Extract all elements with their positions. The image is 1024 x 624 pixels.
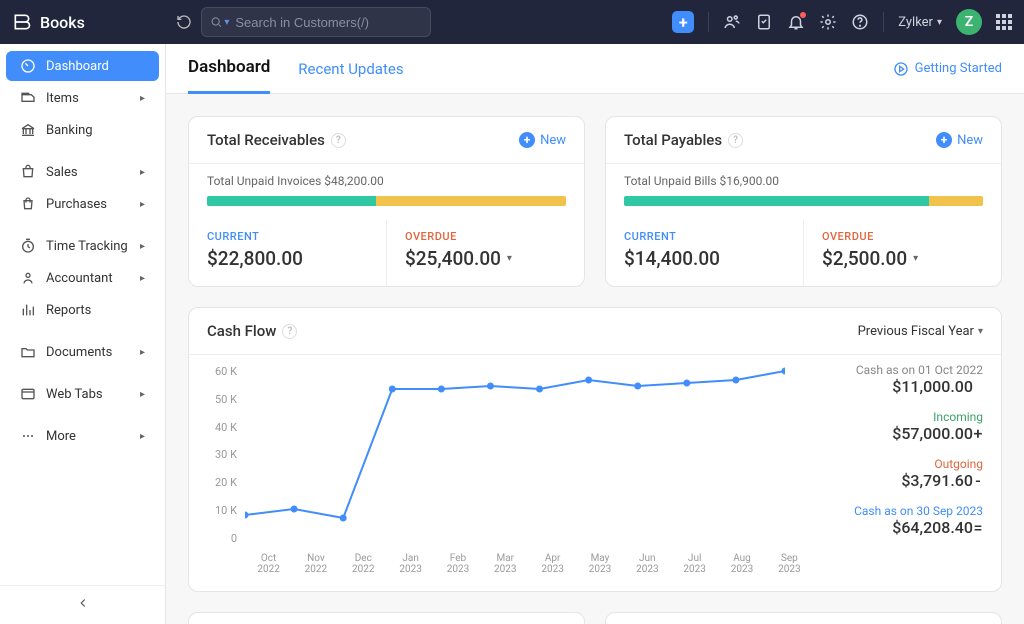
card-top-expenses: Your Top Expenses? Previous Fiscal Year [605,612,1002,624]
search-input[interactable] [235,15,422,30]
sidebar-item-label: Banking [46,123,93,138]
sidebar-item-sales[interactable]: Sales▸ [6,157,159,187]
payables-progress-bar [624,196,983,206]
search-scope-chevron-icon[interactable]: ▾ [224,17,229,28]
plus-circle-icon: + [519,132,535,148]
sidebar-item-items[interactable]: Items▸ [6,83,159,113]
tab-recent-updates[interactable]: Recent Updates [298,46,403,92]
new-receivable-button[interactable]: + New [519,132,566,148]
period-selector[interactable]: Previous Fiscal Year ▾ [858,324,983,339]
current-label: CURRENT [207,230,368,243]
sidebar-item-label: Items [46,91,79,106]
getting-started-link[interactable]: Getting Started [893,61,1002,77]
chevron-down-icon: ▾ [978,326,983,337]
overdue-label: OVERDUE [405,230,566,243]
sidebar-item-web-tabs[interactable]: Web Tabs▸ [6,379,159,409]
sidebar: Dashboard Items▸ Banking Sales▸ Purchase… [0,44,166,624]
search-box[interactable]: ▾ [201,7,431,37]
org-name: Zylker [898,15,933,30]
sidebar-item-more[interactable]: More▸ [6,421,159,451]
getting-started-label: Getting Started [915,61,1002,76]
cash-open-label: Cash as on 01 Oct 2022 [823,363,983,377]
sidebar-item-label: Accountant [46,271,113,286]
sidebar-item-label: Web Tabs [46,387,103,402]
card-subtitle: Total Unpaid Bills $16,900.00 [606,164,1001,196]
org-switcher[interactable]: Zylker▾ [898,15,942,30]
new-payable-button[interactable]: + New [936,132,983,148]
current-amount: $22,800.00 [207,247,368,270]
sidebar-item-reports[interactable]: Reports [6,295,159,325]
cash-incoming-amount: $57,000.00 [892,424,973,443]
help-icon[interactable]: ? [728,133,743,148]
search-icon [210,15,222,29]
notifications-icon[interactable] [787,13,805,31]
settings-icon[interactable] [819,13,837,31]
receivables-progress-bar [207,196,566,206]
chevron-down-icon: ▾ [507,253,512,264]
quick-create-button[interactable]: + [672,11,694,33]
card-title: Cash Flow [207,322,276,340]
cash-open-amount: $11,000.00 [892,377,973,396]
card-cash-flow: Cash Flow? Previous Fiscal Year ▾ 60 K50 … [188,307,1002,592]
help-icon[interactable]: ? [331,133,346,148]
cash-close-amount: $64,208.40 [892,518,973,537]
cash-outgoing-label: Outgoing [823,457,983,471]
card-subtitle: Total Unpaid Invoices $48,200.00 [189,164,584,196]
app-logo[interactable]: Books [12,12,167,32]
sidebar-item-label: Time Tracking [46,239,128,254]
sidebar-item-label: Sales [46,165,78,180]
sidebar-item-accountant[interactable]: Accountant▸ [6,263,159,293]
card-payables: Total Payables? + New Total Unpaid Bills … [605,116,1002,287]
sidebar-item-label: Documents [46,345,112,360]
card-title: Total Receivables [207,131,325,149]
card-income-expense: Income and Expense? Previous Fiscal Year [188,612,585,624]
cash-incoming-label: Incoming [823,410,983,424]
card-title: Total Payables [624,131,722,149]
sidebar-item-label: More [46,429,76,444]
sidebar-item-time-tracking[interactable]: Time Tracking▸ [6,231,159,261]
overdue-label: OVERDUE [822,230,983,243]
overdue-amount-dropdown[interactable]: $2,500.00 ▾ [822,247,983,270]
cash-flow-chart: 60 K50 K40 K30 K20 K10 K0 Oct2022Nov2022… [207,355,823,575]
sidebar-item-documents[interactable]: Documents▸ [6,337,159,367]
overdue-amount-dropdown[interactable]: $25,400.00 ▾ [405,247,566,270]
current-label: CURRENT [624,230,785,243]
sidebar-item-label: Purchases [46,197,107,212]
overdue-amount: $25,400.00 [405,247,501,270]
tasks-icon[interactable] [755,13,773,31]
new-label: New [957,133,983,148]
tab-dashboard[interactable]: Dashboard [188,44,270,94]
sidebar-item-dashboard[interactable]: Dashboard [6,51,159,81]
help-icon[interactable] [851,13,869,31]
cash-outgoing-amount: $3,791.60 [901,471,973,490]
sidebar-collapse-button[interactable] [0,585,165,624]
apps-grid-icon[interactable] [996,14,1012,30]
avatar[interactable]: Z [956,9,982,35]
sidebar-item-purchases[interactable]: Purchases▸ [6,189,159,219]
plus-circle-icon: + [936,132,952,148]
period-label: Previous Fiscal Year [858,324,974,339]
refresh-icon[interactable] [175,13,193,31]
new-label: New [540,133,566,148]
app-name: Books [40,13,85,32]
referrals-icon[interactable] [723,13,741,31]
chevron-down-icon: ▾ [913,253,918,264]
card-receivables: Total Receivables? + New Total Unpaid Inv… [188,116,585,287]
play-circle-icon [893,61,909,77]
overdue-amount: $2,500.00 [822,247,907,270]
sidebar-item-banking[interactable]: Banking [6,115,159,145]
help-icon[interactable]: ? [282,324,297,339]
current-amount: $14,400.00 [624,247,785,270]
sidebar-item-label: Dashboard [46,59,109,74]
sidebar-item-label: Reports [46,303,91,318]
cash-close-label[interactable]: Cash as on 30 Sep 2023 [823,504,983,518]
